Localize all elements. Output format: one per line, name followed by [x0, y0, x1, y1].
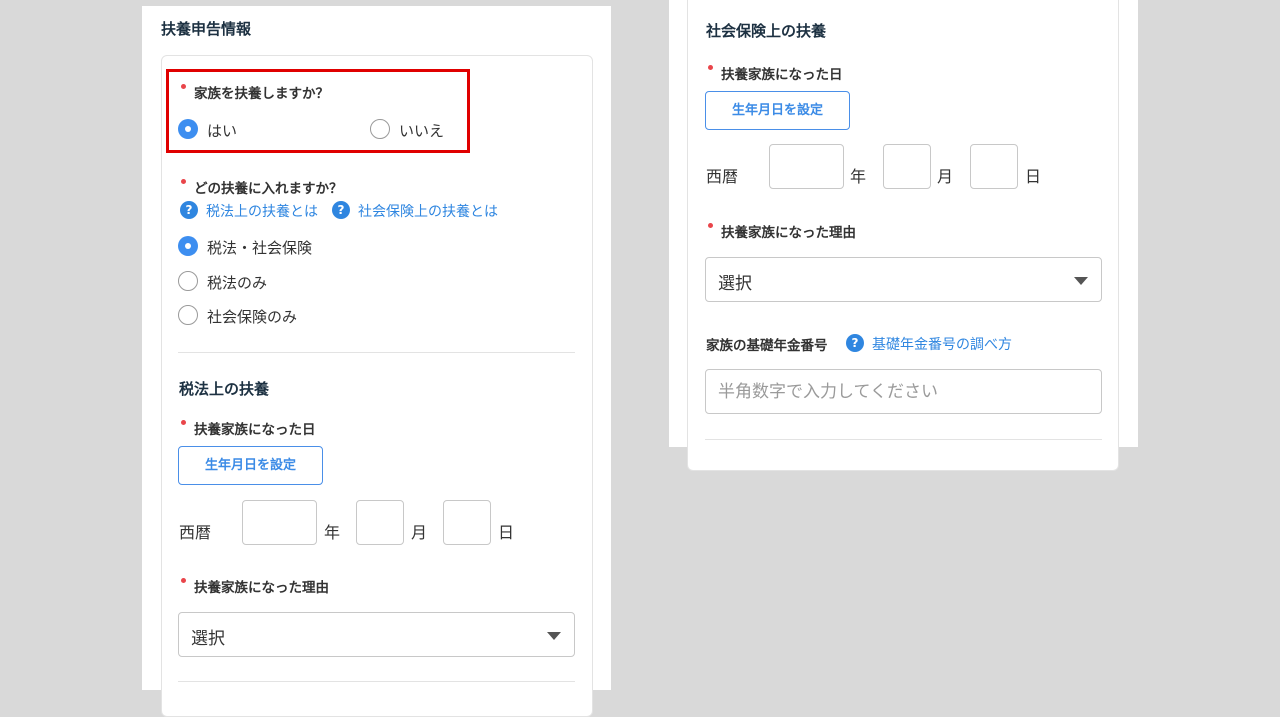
- era-label: 西暦: [706, 167, 739, 186]
- tax-day-input[interactable]: [443, 500, 491, 545]
- highlight-annotation: [166, 69, 470, 153]
- radio-social-only-label: 社会保険のみ: [207, 308, 298, 326]
- social-date-label: 扶養家族になった日: [721, 67, 843, 83]
- radio-tax-only[interactable]: [178, 271, 198, 291]
- social-reason-select-value: 選択: [718, 274, 752, 294]
- section-title-dependent-info: 扶養申告情報: [161, 20, 252, 38]
- pension-number-label: 家族の基礎年金番号: [706, 338, 828, 354]
- month-unit: 月: [411, 523, 428, 542]
- social-birthdate-button[interactable]: 生年月日を設定: [705, 91, 850, 130]
- radio-tax-and-social[interactable]: [178, 236, 198, 256]
- chevron-down-icon: [547, 632, 561, 640]
- required-indicator: [181, 578, 186, 583]
- required-indicator: [181, 179, 186, 184]
- tax-month-input[interactable]: [356, 500, 404, 545]
- required-indicator: [708, 65, 713, 70]
- section-divider: [178, 352, 575, 353]
- year-unit: 年: [850, 167, 867, 186]
- tax-date-label: 扶養家族になった日: [194, 422, 316, 438]
- tax-reason-label: 扶養家族になった理由: [194, 580, 329, 596]
- radio-option-tax-and-social[interactable]: 税法・社会保険: [178, 235, 478, 259]
- social-day-input[interactable]: [970, 144, 1018, 189]
- tax-reason-select[interactable]: 選択: [178, 612, 575, 657]
- social-reason-label: 扶養家族になった理由: [721, 225, 856, 241]
- day-unit: 日: [498, 523, 515, 542]
- help-circle-icon[interactable]: ?: [180, 201, 198, 219]
- social-reason-select[interactable]: 選択: [705, 257, 1102, 302]
- required-indicator: [708, 223, 713, 228]
- radio-tax-only-label: 税法のみ: [207, 274, 268, 292]
- radio-tax-and-social-label: 税法・社会保険: [207, 239, 313, 257]
- dependent-form-card: 家族を扶養しますか？ はい いいえ どの扶養に入れますか？ ? 税法上の扶養とは…: [161, 55, 593, 717]
- year-unit: 年: [324, 523, 341, 542]
- right-panel: 社会保険上の扶養 扶養家族になった日 生年月日を設定 西暦 年 月 日 扶養家族…: [669, 0, 1138, 471]
- month-unit: 月: [937, 167, 954, 186]
- help-circle-icon[interactable]: ?: [846, 334, 864, 352]
- social-section-title: 社会保険上の扶養: [706, 22, 827, 40]
- section-divider: [705, 439, 1102, 440]
- required-indicator: [181, 420, 186, 425]
- section-divider: [178, 681, 575, 682]
- social-month-input[interactable]: [883, 144, 931, 189]
- chevron-down-icon: [1074, 277, 1088, 285]
- tax-help-link[interactable]: 税法上の扶養とは: [206, 201, 318, 221]
- pension-help-link[interactable]: 基礎年金番号の調べ方: [872, 334, 1012, 354]
- tax-birthdate-button[interactable]: 生年月日を設定: [178, 446, 323, 485]
- radio-social-only[interactable]: [178, 305, 198, 325]
- social-help-link[interactable]: 社会保険上の扶養とは: [358, 201, 498, 221]
- tax-reason-select-value: 選択: [191, 629, 225, 649]
- radio-option-social-only[interactable]: 社会保険のみ: [178, 304, 478, 328]
- q-type-label: どの扶養に入れますか？: [194, 181, 343, 197]
- tax-year-input[interactable]: [242, 500, 317, 545]
- tax-section-title: 税法上の扶養: [179, 380, 270, 398]
- radio-option-tax-only[interactable]: 税法のみ: [178, 270, 478, 294]
- era-label: 西暦: [179, 523, 212, 542]
- pension-number-input[interactable]: [705, 369, 1102, 414]
- social-year-input[interactable]: [769, 144, 844, 189]
- day-unit: 日: [1025, 167, 1042, 186]
- help-circle-icon[interactable]: ?: [332, 201, 350, 219]
